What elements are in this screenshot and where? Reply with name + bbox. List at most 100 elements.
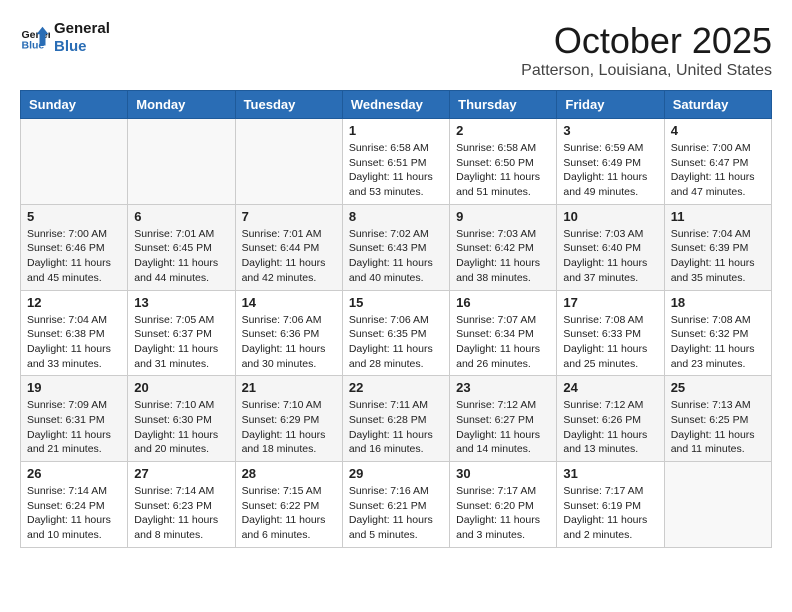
calendar-cell [21,119,128,205]
calendar-cell: 8 Sunrise: 7:02 AM Sunset: 6:43 PM Daylig… [342,204,449,290]
calendar-cell: 9Sunrise: 7:03 AM Sunset: 6:42 PM Daylig… [450,204,557,290]
day-info: Sunrise: 6:58 AM Sunset: 6:51 PM Dayligh… [349,141,443,200]
day-number: 15 [349,295,443,310]
day-number: 3 [563,123,657,138]
day-info: Sunrise: 7:12 AM Sunset: 6:27 PM Dayligh… [456,398,550,457]
day-number: 31 [563,466,657,481]
day-info: Sunrise: 7:14 AM Sunset: 6:24 PM Dayligh… [27,484,121,543]
day-number: 26 [27,466,121,481]
day-number: 17 [563,295,657,310]
day-number: 1 [349,123,443,138]
day-info: Sunrise: 7:10 AM Sunset: 6:29 PM Dayligh… [242,398,336,457]
calendar-week-row: 19 Sunrise: 7:09 AM Sunset: 6:31 PM Dayli… [21,376,772,462]
day-info: Sunrise: 7:16 AM Sunset: 6:21 PM Dayligh… [349,484,443,543]
day-number: 9 [456,209,550,224]
day-info: Sunrise: 7:06 AM Sunset: 6:36 PM Dayligh… [242,313,336,372]
day-number: 27 [134,466,228,481]
page-header: General Blue General Blue October 2025 P… [20,20,772,80]
day-info: Sunrise: 7:00 AM Sunset: 6:46 PM Dayligh… [27,227,121,286]
day-info: Sunrise: 7:17 AM Sunset: 6:19 PM Dayligh… [563,484,657,543]
day-info: Sunrise: 7:04 AM Sunset: 6:39 PM Dayligh… [671,227,765,286]
calendar-cell: 26 Sunrise: 7:14 AM Sunset: 6:24 PM Dayli… [21,462,128,548]
day-info: Sunrise: 7:03 AM Sunset: 6:40 PM Dayligh… [563,227,657,286]
calendar-week-row: 12 Sunrise: 7:04 AM Sunset: 6:38 PM Dayli… [21,290,772,376]
day-number: 19 [27,380,121,395]
calendar-cell: 3Sunrise: 6:59 AM Sunset: 6:49 PM Daylig… [557,119,664,205]
calendar-cell: 30 Sunrise: 7:17 AM Sunset: 6:20 PM Dayli… [450,462,557,548]
day-info: Sunrise: 7:02 AM Sunset: 6:43 PM Dayligh… [349,227,443,286]
day-info: Sunrise: 7:06 AM Sunset: 6:35 PM Dayligh… [349,313,443,372]
calendar-cell: 22 Sunrise: 7:11 AM Sunset: 6:28 PM Dayli… [342,376,449,462]
weekday-header-friday: Friday [557,91,664,119]
day-info: Sunrise: 7:01 AM Sunset: 6:44 PM Dayligh… [242,227,336,286]
logo-general: General [54,20,110,38]
calendar-cell: 27 Sunrise: 7:14 AM Sunset: 6:23 PM Dayli… [128,462,235,548]
weekday-header-row: SundayMondayTuesdayWednesdayThursdayFrid… [21,91,772,119]
calendar-week-row: 26 Sunrise: 7:14 AM Sunset: 6:24 PM Dayli… [21,462,772,548]
day-number: 22 [349,380,443,395]
day-info: Sunrise: 7:13 AM Sunset: 6:25 PM Dayligh… [671,398,765,457]
day-number: 7 [242,209,336,224]
day-number: 28 [242,466,336,481]
calendar-cell: 1 Sunrise: 6:58 AM Sunset: 6:51 PM Daylig… [342,119,449,205]
day-info: Sunrise: 7:12 AM Sunset: 6:26 PM Dayligh… [563,398,657,457]
day-info: Sunrise: 7:11 AM Sunset: 6:28 PM Dayligh… [349,398,443,457]
calendar-cell: 4Sunrise: 7:00 AM Sunset: 6:47 PM Daylig… [664,119,771,205]
day-info: Sunrise: 7:10 AM Sunset: 6:30 PM Dayligh… [134,398,228,457]
calendar-week-row: 5Sunrise: 7:00 AM Sunset: 6:46 PM Daylig… [21,204,772,290]
calendar-cell: 17 Sunrise: 7:08 AM Sunset: 6:33 PM Dayli… [557,290,664,376]
day-number: 23 [456,380,550,395]
calendar-cell: 25 Sunrise: 7:13 AM Sunset: 6:25 PM Dayli… [664,376,771,462]
calendar-cell: 19 Sunrise: 7:09 AM Sunset: 6:31 PM Dayli… [21,376,128,462]
day-number: 30 [456,466,550,481]
day-number: 25 [671,380,765,395]
weekday-header-sunday: Sunday [21,91,128,119]
weekday-header-tuesday: Tuesday [235,91,342,119]
calendar-cell: 21 Sunrise: 7:10 AM Sunset: 6:29 PM Dayli… [235,376,342,462]
day-number: 18 [671,295,765,310]
calendar-cell: 23 Sunrise: 7:12 AM Sunset: 6:27 PM Dayli… [450,376,557,462]
calendar-cell: 29 Sunrise: 7:16 AM Sunset: 6:21 PM Dayli… [342,462,449,548]
calendar-cell: 18Sunrise: 7:08 AM Sunset: 6:32 PM Dayli… [664,290,771,376]
month-title: October 2025 [521,20,772,62]
calendar-cell: 10 Sunrise: 7:03 AM Sunset: 6:40 PM Dayli… [557,204,664,290]
day-number: 2 [456,123,550,138]
calendar-cell: 2 Sunrise: 6:58 AM Sunset: 6:50 PM Daylig… [450,119,557,205]
calendar-cell: 31 Sunrise: 7:17 AM Sunset: 6:19 PM Dayli… [557,462,664,548]
calendar-cell: 16Sunrise: 7:07 AM Sunset: 6:34 PM Dayli… [450,290,557,376]
weekday-header-thursday: Thursday [450,91,557,119]
day-number: 20 [134,380,228,395]
logo-icon: General Blue [20,23,50,53]
day-number: 12 [27,295,121,310]
calendar-cell: 24 Sunrise: 7:12 AM Sunset: 6:26 PM Dayli… [557,376,664,462]
calendar-cell [235,119,342,205]
day-number: 24 [563,380,657,395]
location: Patterson, Louisiana, United States [521,62,772,80]
day-info: Sunrise: 7:15 AM Sunset: 6:22 PM Dayligh… [242,484,336,543]
weekday-header-wednesday: Wednesday [342,91,449,119]
day-info: Sunrise: 6:58 AM Sunset: 6:50 PM Dayligh… [456,141,550,200]
day-info: Sunrise: 7:05 AM Sunset: 6:37 PM Dayligh… [134,313,228,372]
day-number: 8 [349,209,443,224]
day-number: 13 [134,295,228,310]
calendar-cell: 14Sunrise: 7:06 AM Sunset: 6:36 PM Dayli… [235,290,342,376]
calendar-cell [664,462,771,548]
calendar-cell: 11 Sunrise: 7:04 AM Sunset: 6:39 PM Dayli… [664,204,771,290]
day-info: Sunrise: 7:04 AM Sunset: 6:38 PM Dayligh… [27,313,121,372]
day-number: 4 [671,123,765,138]
day-number: 6 [134,209,228,224]
day-info: Sunrise: 7:09 AM Sunset: 6:31 PM Dayligh… [27,398,121,457]
day-info: Sunrise: 7:17 AM Sunset: 6:20 PM Dayligh… [456,484,550,543]
calendar-cell: 28 Sunrise: 7:15 AM Sunset: 6:22 PM Dayli… [235,462,342,548]
day-number: 21 [242,380,336,395]
day-info: Sunrise: 7:08 AM Sunset: 6:33 PM Dayligh… [563,313,657,372]
day-number: 11 [671,209,765,224]
calendar-cell: 13 Sunrise: 7:05 AM Sunset: 6:37 PM Dayli… [128,290,235,376]
logo: General Blue General Blue [20,20,110,56]
calendar-cell: 6 Sunrise: 7:01 AM Sunset: 6:45 PM Daylig… [128,204,235,290]
calendar-week-row: 1 Sunrise: 6:58 AM Sunset: 6:51 PM Daylig… [21,119,772,205]
day-number: 10 [563,209,657,224]
day-number: 29 [349,466,443,481]
day-info: Sunrise: 7:14 AM Sunset: 6:23 PM Dayligh… [134,484,228,543]
day-info: Sunrise: 7:01 AM Sunset: 6:45 PM Dayligh… [134,227,228,286]
